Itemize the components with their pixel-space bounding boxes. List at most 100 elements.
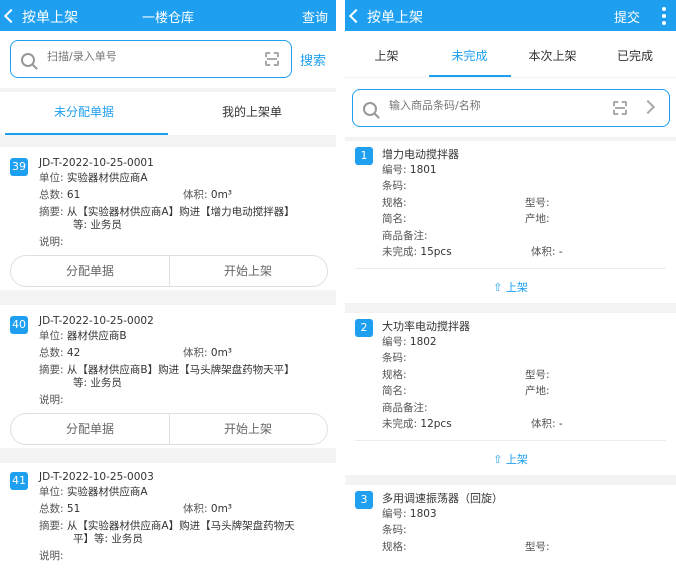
barcode-label: 条码: [382,352,407,364]
volume-value: 0m³ [210,503,233,515]
item-index-badge: 3 [355,491,373,509]
search-button[interactable]: 搜索 [300,50,326,69]
code-label: 编号: [382,164,407,176]
model-label: 型号: [525,369,550,381]
search-area [345,78,676,137]
summary-text-cont: 等: 业务员 [73,219,122,231]
order-card[interactable]: 41 JD-T-2022-10-25-0003 单位: 实验器材供应商A 总数:… [0,463,336,587]
left-screen: 按单上架 一楼仓库 查询 搜索 未分配单据 我的上架单 39 JD-T-2022… [0,0,336,587]
volume-value: - [558,246,563,258]
summary-text: 从【器材供应商B】购进【马头牌架盘药物天平】 [66,364,295,376]
unit-label: 单位: [39,486,64,498]
page-title: 一楼仓库 [141,11,194,26]
spec-label: 规格: [382,369,407,381]
short-name-label: 简名: [382,385,407,397]
start-shelving-button[interactable]: 开始上架 [169,414,327,444]
volume-label: 体积: [531,246,556,258]
product-name: 增力电动搅拌器 [382,148,459,161]
volume-label: 体积: [183,347,208,359]
product-item[interactable]: 1 增力电动搅拌器 编号: 1801 条码: 规格: 型号: 简名: 产地: 商… [345,141,676,303]
code-value: 1803 [409,508,437,520]
start-shelving-button[interactable]: 开始上架 [169,256,327,286]
product-item[interactable]: 3 多用调速振荡器（回旋） 编号: 1803 条码: 规格: 型号: [345,485,676,587]
volume-value: 0m³ [210,189,233,201]
unit-label: 单位: [39,330,64,342]
active-tab-indicator [429,75,511,77]
total-label: 总数: [39,347,64,359]
code-label: 编号: [382,508,407,520]
code-label: 编号: [382,336,407,348]
total-label: 总数: [39,503,64,515]
submit-button[interactable]: 提交 [614,7,640,26]
order-code: JD-T-2022-10-25-0002 [39,315,154,327]
summary-label: 摘要: [39,206,64,218]
tab-incomplete[interactable]: 未完成 [428,31,511,77]
top-bar: 按单上架 提交 [345,0,676,31]
product-search-input[interactable] [387,98,591,113]
tab-this-shelving[interactable]: 本次上架 [511,31,594,77]
order-card[interactable]: 40 JD-T-2022-10-25-0002 单位: 器材供应商B 总数: 4… [0,305,336,448]
more-icon[interactable] [660,4,668,25]
remark-label: 商品备注: [382,402,428,414]
scan-icon[interactable] [265,52,279,66]
model-label: 型号: [525,541,550,553]
search-icon [363,102,377,116]
shelve-label: 上架 [505,453,528,466]
product-name: 多用调速振荡器（回旋） [382,492,503,505]
summary-text: 从【实验器材供应商A】购进【增力电动搅拌器】 [66,206,295,218]
upload-icon: ⇧ [493,281,503,294]
product-name: 大功率电动搅拌器 [382,320,470,333]
tab-bar: 上架 未完成 本次上架 已完成 [345,31,676,77]
order-card[interactable]: 39 JD-T-2022-10-25-0001 单位: 实验器材供应商A 总数:… [0,147,336,290]
chevron-right-icon[interactable] [640,99,656,115]
divider [355,440,666,441]
code-value: 1801 [409,164,437,176]
search-icon [21,53,35,67]
search-area: 搜索 [0,31,336,88]
note-label: 说明: [39,550,64,562]
pending-label: 未完成: [382,246,418,258]
spec-label: 规格: [382,197,407,209]
assign-order-button[interactable]: 分配单据 [11,256,169,286]
search-box [10,40,292,78]
item-index-badge: 1 [355,147,373,165]
shelve-button[interactable]: ⇧ 上架 [345,279,676,295]
code-value: 1802 [409,336,437,348]
volume-label: 体积: [531,418,556,430]
chevron-left-icon [348,8,364,24]
spec-label: 规格: [382,541,407,553]
scan-icon[interactable] [613,101,627,115]
shelve-button[interactable]: ⇧ 上架 [345,451,676,467]
short-name-label: 简名: [382,213,407,225]
unit-value: 实验器材供应商A [66,486,148,498]
summary-text-cont: 等: 业务员 [73,377,122,389]
volume-label: 体积: [183,503,208,515]
order-index-badge: 40 [10,316,28,334]
pending-value: 12pcs [420,418,452,430]
pending-label: 未完成: [382,418,418,430]
tab-my-shelving[interactable]: 我的上架单 [168,92,336,135]
summary-label: 摘要: [39,520,64,532]
back-button[interactable]: 按单上架 [348,7,423,27]
tab-completed[interactable]: 已完成 [594,31,676,77]
model-label: 型号: [525,197,550,209]
note-label: 说明: [39,394,64,406]
volume-label: 体积: [183,189,208,201]
tab-unassigned[interactable]: 未分配单据 [0,92,168,135]
volume-value: - [558,418,563,430]
assign-order-button[interactable]: 分配单据 [11,414,169,444]
product-item[interactable]: 2 大功率电动搅拌器 编号: 1802 条码: 规格: 型号: 简名: 产地: … [345,313,676,475]
unit-value: 器材供应商B [66,330,127,342]
summary-text: 从【实验器材供应商A】购进【马头牌架盘药物天 [66,520,295,532]
query-button[interactable]: 查询 [302,7,328,26]
order-code: JD-T-2022-10-25-0003 [39,471,154,483]
order-code: JD-T-2022-10-25-0001 [39,157,154,169]
remark-label: 商品备注: [382,230,428,242]
tab-bar: 未分配单据 我的上架单 [0,92,336,135]
origin-label: 产地: [525,213,550,225]
order-index-badge: 39 [10,158,28,176]
search-box [352,89,670,127]
pending-value: 15pcs [420,246,452,258]
tab-shelve[interactable]: 上架 [345,31,428,77]
order-search-input[interactable] [45,49,249,64]
